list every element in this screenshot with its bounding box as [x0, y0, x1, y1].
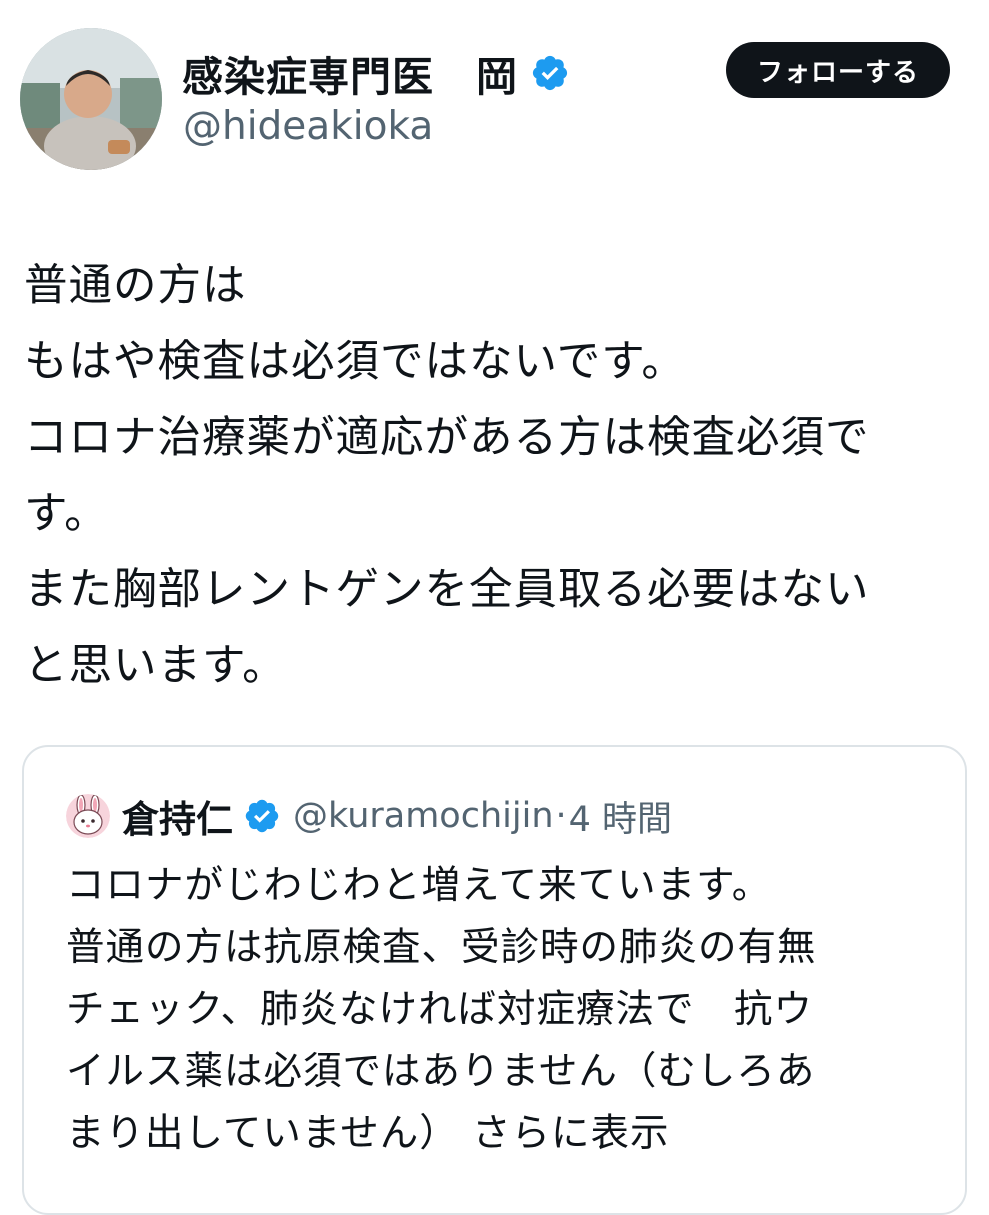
tweet-line: コロナ治療薬が適応がある方は検査必須で — [24, 413, 870, 463]
tweet-line: と思います。 — [24, 641, 287, 691]
separator-dot: · — [555, 796, 567, 836]
tweet-text: 普通の方は もはや検査は必須ではないです。 コロナ治療薬が適応がある方は検査必須… — [24, 248, 974, 704]
quoted-tweet-timestamp[interactable]: 4 時間 — [569, 791, 672, 842]
quoted-tweet-line: イルス薬は必須ではありません（むしろあ — [66, 1049, 816, 1094]
quoted-tweet-line: コロナがじわじわと増えて来ています。 — [66, 863, 772, 908]
rabbit-face-avatar-icon[interactable] — [66, 794, 110, 838]
quoted-tweet-last-line: まり出していません） さらに表示 — [66, 1103, 946, 1165]
author-handle[interactable]: @hideakioka — [183, 104, 433, 149]
author-avatar[interactable] — [20, 28, 162, 170]
author-name-row[interactable]: 感染症専門医 岡 — [182, 44, 570, 102]
tweet-line: す。 — [24, 489, 109, 539]
quoted-author-handle[interactable]: @kuramochijin — [293, 796, 554, 836]
verified-badge-icon — [530, 53, 570, 93]
verified-badge-icon — [243, 797, 281, 835]
quoted-author-name[interactable]: 倉持仁 — [122, 789, 233, 843]
tweet-line: もはや検査は必須ではないです。 — [24, 337, 686, 387]
quoted-tweet-header: 倉持仁 @kuramochijin · 4 時間 — [66, 789, 672, 843]
quoted-tweet-line-text: まり出していません） — [66, 1111, 459, 1156]
quoted-tweet-card[interactable]: 倉持仁 @kuramochijin · 4 時間 コロナがじわじわと増えて来てい… — [22, 745, 967, 1215]
show-more-link[interactable]: さらに表示 — [472, 1111, 670, 1156]
tweet-line: 普通の方は — [24, 261, 247, 311]
quoted-tweet-line: チェック、肺炎なければ対症療法で 抗ウ — [66, 987, 814, 1032]
quoted-tweet-text: コロナがじわじわと増えて来ています。 普通の方は抗原検査、受診時の肺炎の有無 チ… — [66, 855, 946, 1165]
tweet-line: また胸部レントゲンを全員取る必要はない — [24, 565, 870, 615]
quoted-tweet-line: 普通の方は抗原検査、受診時の肺炎の有無 — [66, 925, 817, 970]
user-photo-avatar-icon — [20, 28, 162, 170]
follow-button[interactable]: フォローする — [726, 42, 950, 98]
author-display-name[interactable]: 感染症専門医 岡 — [182, 43, 518, 103]
